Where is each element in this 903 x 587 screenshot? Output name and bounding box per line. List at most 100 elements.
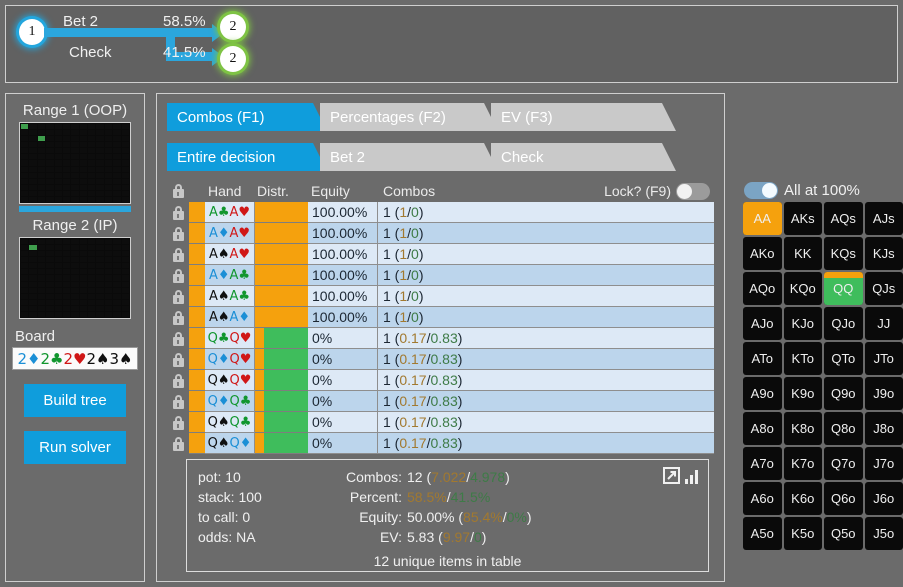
range1-cell[interactable] [79, 196, 88, 202]
range2-cell[interactable] [29, 239, 37, 245]
range1-cell[interactable] [96, 178, 104, 184]
range2-cell[interactable] [21, 311, 29, 317]
range1-cell[interactable] [113, 148, 121, 154]
range2-cell[interactable] [21, 239, 29, 245]
range2-cell[interactable] [113, 281, 121, 287]
range1-cell[interactable] [71, 190, 79, 196]
range1-cell[interactable] [37, 136, 46, 142]
range2-grid[interactable] [19, 237, 131, 319]
range1-cell[interactable] [88, 148, 96, 154]
range1-cell[interactable] [88, 124, 96, 130]
range2-cell[interactable] [71, 269, 79, 275]
range1-cell[interactable] [62, 190, 71, 196]
range1-cell[interactable] [104, 136, 113, 142]
range1-cell[interactable] [46, 178, 54, 184]
range1-cell[interactable] [104, 160, 113, 166]
range1-cell[interactable] [104, 130, 113, 136]
range2-cell[interactable] [46, 257, 54, 263]
range2-cell[interactable] [121, 287, 129, 293]
range2-cell[interactable] [104, 281, 113, 287]
matrix-cell-kjs[interactable]: KJs [864, 237, 903, 270]
range1-cell[interactable] [46, 154, 54, 160]
tree-branch-label-bet[interactable]: Bet 2 [63, 13, 98, 30]
range1-cell[interactable] [121, 196, 129, 202]
range1-cell[interactable] [121, 166, 129, 172]
range2-cell[interactable] [96, 281, 104, 287]
range2-cell[interactable] [113, 263, 121, 269]
range2-cell[interactable] [113, 305, 121, 311]
range2-cell[interactable] [29, 251, 37, 257]
range1-cell[interactable] [37, 130, 46, 136]
row-lock-icon[interactable] [167, 433, 189, 454]
matrix-cell-a6o[interactable]: A6o [743, 482, 782, 515]
range1-cell[interactable] [96, 130, 104, 136]
range2-cell[interactable] [88, 245, 96, 251]
range2-cell[interactable] [62, 281, 71, 287]
range1-cell[interactable] [104, 196, 113, 202]
range2-cell[interactable] [79, 251, 88, 257]
matrix-cell-j5o[interactable]: J5o [864, 517, 903, 550]
range2-cell[interactable] [46, 245, 54, 251]
range1-cell[interactable] [21, 130, 29, 136]
range1-cell[interactable] [46, 124, 54, 130]
matrix-cell-aqs[interactable]: AQs [824, 202, 863, 235]
range2-cell[interactable] [96, 311, 104, 317]
range1-cell[interactable] [37, 142, 46, 148]
bar-chart-icon[interactable] [684, 468, 700, 487]
range1-cell[interactable] [46, 190, 54, 196]
range2-cell[interactable] [121, 251, 129, 257]
range1-cell[interactable] [54, 196, 62, 202]
range1-cell[interactable] [71, 172, 79, 178]
range2-cell[interactable] [37, 299, 46, 305]
range2-cell[interactable] [37, 269, 46, 275]
range1-cell[interactable] [21, 196, 29, 202]
table-row[interactable]: Q♦ Q♣ 0% 1 (0.17/0.83) [167, 391, 714, 412]
range1-cell[interactable] [121, 190, 129, 196]
matrix-cell-kqo[interactable]: KQo [783, 272, 822, 305]
range2-cell[interactable] [29, 299, 37, 305]
range2-cell[interactable] [121, 311, 129, 317]
range1-cell[interactable] [71, 166, 79, 172]
tab-secondary-0[interactable]: Entire decision [167, 143, 327, 171]
run-solver-button[interactable]: Run solver [24, 431, 126, 464]
range2-cell[interactable] [54, 305, 62, 311]
table-row[interactable]: Q♦ Q♥ 0% 1 (0.17/0.83) [167, 349, 714, 370]
range1-cell[interactable] [62, 136, 71, 142]
range2-cell[interactable] [29, 287, 37, 293]
range1-cell[interactable] [21, 136, 29, 142]
range1-cell[interactable] [54, 142, 62, 148]
range1-cell[interactable] [46, 136, 54, 142]
range1-cell[interactable] [79, 184, 88, 190]
matrix-cell-j6o[interactable]: J6o [864, 482, 903, 515]
range1-cell[interactable] [37, 166, 46, 172]
range2-cell[interactable] [21, 305, 29, 311]
range1-cell[interactable] [113, 136, 121, 142]
tree-node-check-target[interactable]: 2 [220, 46, 246, 72]
range1-cell[interactable] [29, 136, 37, 142]
range1-cell[interactable] [113, 190, 121, 196]
range2-cell[interactable] [21, 275, 29, 281]
table-row[interactable]: A♠ A♦ 100.00% 1 (1/0) [167, 307, 714, 328]
range1-cell[interactable] [79, 130, 88, 136]
range1-cell[interactable] [88, 160, 96, 166]
matrix-cell-jto[interactable]: JTo [864, 342, 903, 375]
range2-cell[interactable] [37, 275, 46, 281]
range2-cell[interactable] [54, 281, 62, 287]
range2-cell[interactable] [21, 299, 29, 305]
range2-cell[interactable] [113, 293, 121, 299]
range1-cell[interactable] [104, 178, 113, 184]
row-lock-icon[interactable] [167, 265, 189, 286]
range1-cell[interactable] [113, 178, 121, 184]
range2-cell[interactable] [29, 257, 37, 263]
range1-cell[interactable] [96, 160, 104, 166]
matrix-cell-a9o[interactable]: A9o [743, 377, 782, 410]
range2-cell[interactable] [71, 263, 79, 269]
range1-cell[interactable] [79, 178, 88, 184]
range1-cell[interactable] [54, 154, 62, 160]
range2-cell[interactable] [54, 257, 62, 263]
range1-cell[interactable] [54, 184, 62, 190]
range2-cell[interactable] [71, 245, 79, 251]
range1-cell[interactable] [88, 172, 96, 178]
range1-cell[interactable] [62, 166, 71, 172]
header-combos[interactable]: Combos [378, 183, 604, 199]
